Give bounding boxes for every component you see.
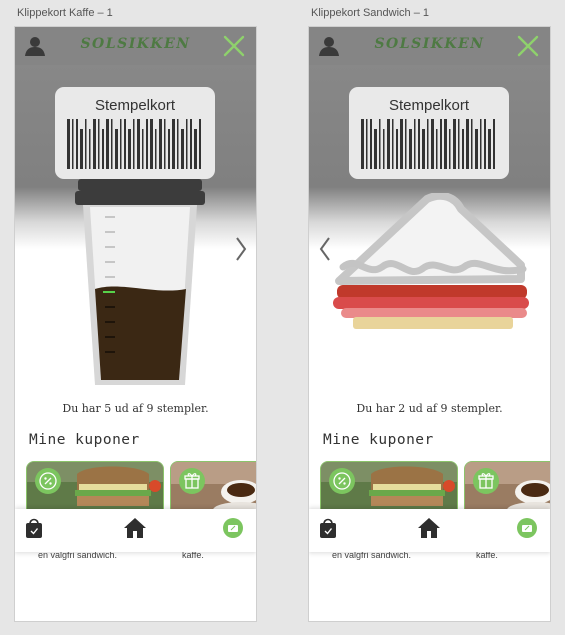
app-logo: SOLSIKKEN bbox=[80, 36, 191, 52]
artboard-title: Klippekort Sandwich – 1 bbox=[311, 7, 430, 19]
stamp-card[interactable]: Stempelkort bbox=[55, 87, 215, 179]
stamp-card-title: Stempelkort bbox=[94, 97, 176, 114]
coupons-heading: Mine kuponer bbox=[29, 432, 140, 448]
shopping-bag-icon[interactable] bbox=[25, 517, 43, 539]
home-icon[interactable] bbox=[123, 517, 147, 539]
stamp-count-text: Du har 2 ud af 9 stempler. bbox=[356, 402, 503, 415]
barcode-icon bbox=[361, 119, 495, 169]
barcode-icon bbox=[67, 119, 201, 169]
artboard-title: Klippekort Kaffe – 1 bbox=[17, 7, 113, 19]
coffee-cup-illustration bbox=[75, 179, 205, 385]
coupon-icon[interactable] bbox=[222, 517, 244, 539]
home-icon[interactable] bbox=[417, 517, 441, 539]
percent-badge-icon bbox=[35, 468, 61, 494]
previous-card-arrow-icon[interactable] bbox=[318, 235, 332, 263]
app-logo: SOLSIKKEN bbox=[374, 36, 485, 52]
close-icon[interactable] bbox=[222, 34, 246, 58]
coupons-heading: Mine kuponer bbox=[323, 432, 434, 448]
app-header: SOLSIKKEN bbox=[15, 27, 256, 65]
stamp-card-title: Stempelkort bbox=[388, 97, 470, 114]
coupon-icon[interactable] bbox=[516, 517, 538, 539]
stamp-count-text: Du har 5 ud af 9 stempler. bbox=[62, 402, 209, 415]
next-card-arrow-icon[interactable] bbox=[234, 235, 248, 263]
phone-screen-sandwich: SOLSIKKEN Stempelkort Du har 2 ud af 9 s… bbox=[309, 27, 550, 621]
gift-badge-icon bbox=[473, 468, 499, 494]
shopping-bag-icon[interactable] bbox=[319, 517, 337, 539]
phone-screen-coffee: SOLSIKKEN Stempelkort Du har 5 ud af 9 s… bbox=[15, 27, 256, 621]
stamp-card[interactable]: Stempelkort bbox=[349, 87, 509, 179]
gift-badge-icon bbox=[179, 468, 205, 494]
bottom-tab-bar bbox=[309, 509, 550, 552]
close-icon[interactable] bbox=[516, 34, 540, 58]
percent-badge-icon bbox=[329, 468, 355, 494]
sandwich-illustration bbox=[333, 193, 529, 329]
app-header: SOLSIKKEN bbox=[309, 27, 550, 65]
bottom-tab-bar bbox=[15, 509, 256, 552]
